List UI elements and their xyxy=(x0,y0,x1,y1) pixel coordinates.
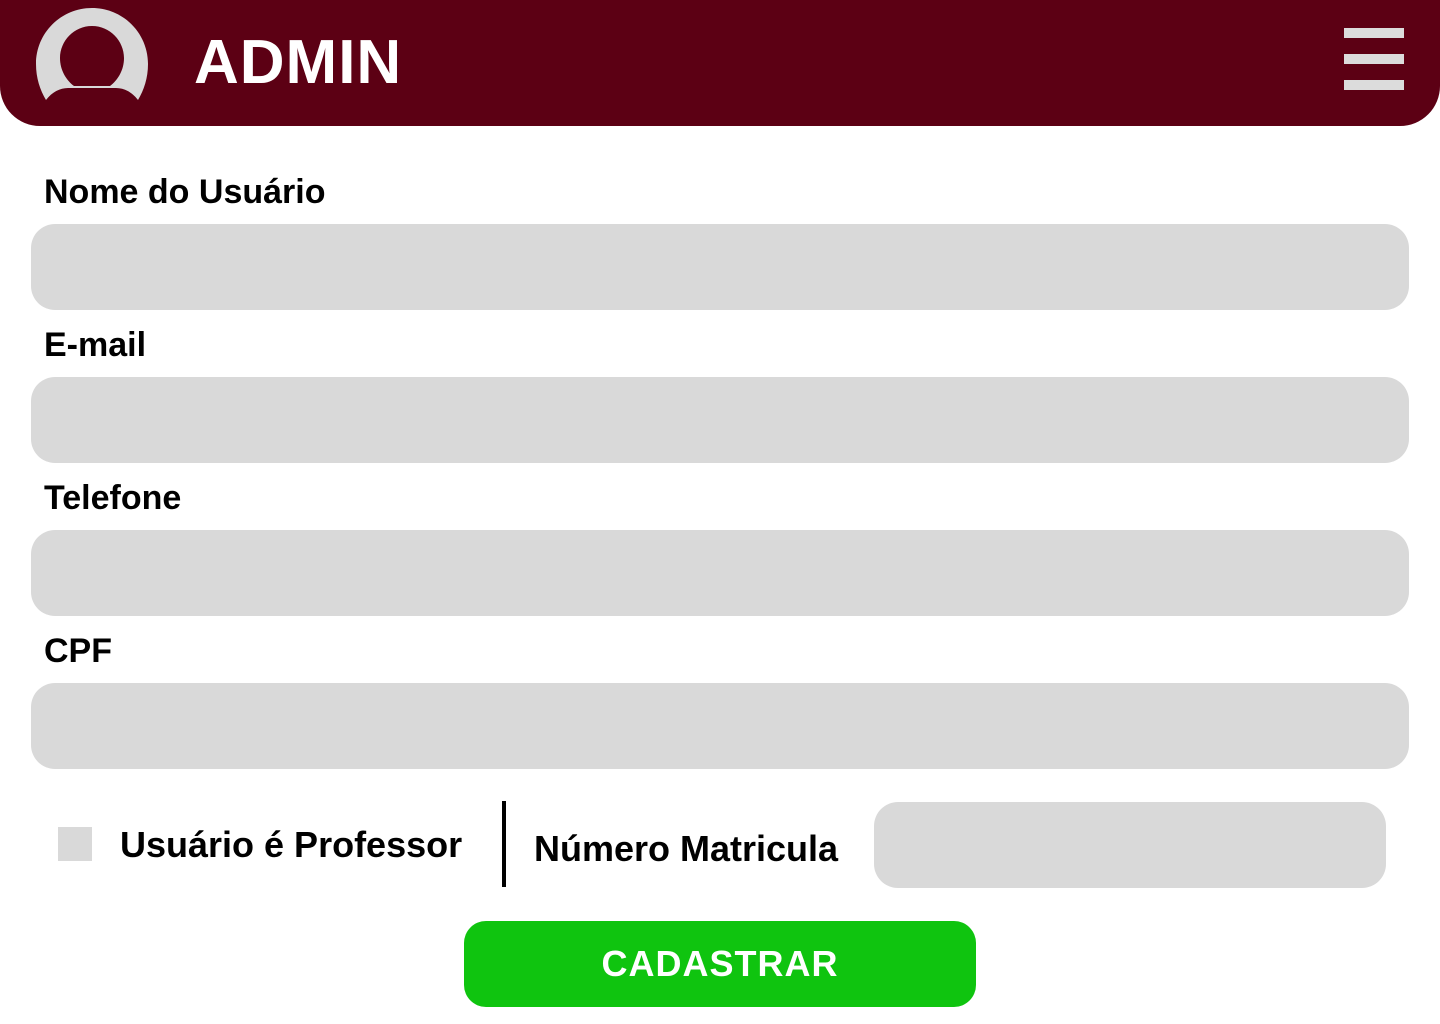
app-header: ADMIN xyxy=(0,0,1440,126)
menu-bar xyxy=(1344,80,1404,90)
username-label: Nome do Usuário xyxy=(44,173,326,211)
hamburger-menu-icon[interactable] xyxy=(1344,28,1404,90)
email-label: E-mail xyxy=(44,326,147,364)
professor-checkbox[interactable] xyxy=(58,827,92,861)
menu-bar xyxy=(1344,54,1404,64)
email-input[interactable] xyxy=(31,377,1409,463)
username-input[interactable] xyxy=(31,224,1409,310)
phone-label: Telefone xyxy=(44,479,182,517)
vertical-divider xyxy=(502,801,506,887)
menu-bar xyxy=(1344,28,1404,38)
cpf-input[interactable] xyxy=(31,683,1409,769)
professor-checkbox-label: Usuário é Professor xyxy=(120,824,463,865)
phone-input[interactable] xyxy=(31,530,1409,616)
cpf-label: CPF xyxy=(44,632,112,670)
matricula-input[interactable] xyxy=(874,802,1386,888)
page-title: ADMIN xyxy=(194,28,403,97)
register-button[interactable]: CADASTRAR xyxy=(464,921,976,1007)
user-avatar-icon[interactable] xyxy=(36,8,148,100)
matricula-label: Número Matricula xyxy=(534,828,839,869)
